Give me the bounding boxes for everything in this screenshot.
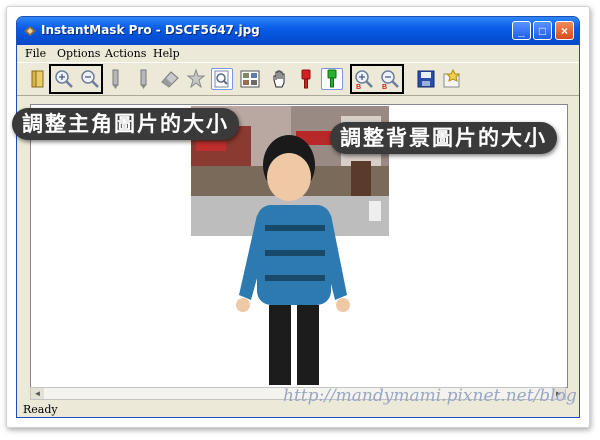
- menu-bar: File Options Actions Help: [17, 45, 579, 62]
- subject-zoom-highlight: [49, 64, 103, 94]
- preview-button[interactable]: [211, 68, 233, 90]
- red-marker-icon[interactable]: [295, 68, 317, 90]
- save-icon[interactable]: [415, 68, 437, 90]
- close-button[interactable]: ×: [555, 21, 574, 40]
- watermark-text: http://mandymami.pixnet.net/blog: [283, 386, 577, 406]
- export-icon[interactable]: [441, 68, 463, 90]
- menu-help[interactable]: Help: [153, 47, 180, 60]
- window-title: InstantMask Pro - DSCF5647.jpg: [41, 23, 260, 37]
- menu-file[interactable]: File: [25, 47, 46, 60]
- toolbar: B B: [17, 62, 579, 96]
- subject-photo: [236, 135, 350, 385]
- pencil-icon[interactable]: [105, 68, 127, 90]
- app-window: InstantMask Pro - DSCF5647.jpg _ □ × Fil…: [16, 16, 580, 418]
- maximize-button[interactable]: □: [533, 21, 552, 40]
- green-marker-button[interactable]: [321, 68, 343, 90]
- scroll-left-arrow[interactable]: ◄: [31, 388, 44, 399]
- menu-actions[interactable]: Actions: [105, 47, 146, 60]
- open-icon[interactable]: [27, 68, 49, 90]
- background-zoom-callout: 調整背景圖片的大小: [330, 122, 557, 154]
- hand-icon[interactable]: [269, 68, 291, 90]
- status-text: Ready: [23, 403, 58, 416]
- title-bar[interactable]: InstantMask Pro - DSCF5647.jpg _ □ ×: [17, 17, 579, 45]
- green-marker-icon: [327, 69, 337, 88]
- eraser-icon[interactable]: [159, 68, 181, 90]
- preview-icon: [214, 70, 229, 88]
- pencil-icon[interactable]: [133, 68, 155, 90]
- background-zoom-highlight: [350, 64, 404, 94]
- minimize-button[interactable]: _: [512, 21, 531, 40]
- subject-zoom-callout: 調整主角圖片的大小: [12, 108, 239, 140]
- menu-options[interactable]: Options: [57, 47, 100, 60]
- grid-icon[interactable]: [239, 68, 261, 90]
- magic-wand-icon[interactable]: [185, 68, 207, 90]
- app-icon: [24, 26, 36, 36]
